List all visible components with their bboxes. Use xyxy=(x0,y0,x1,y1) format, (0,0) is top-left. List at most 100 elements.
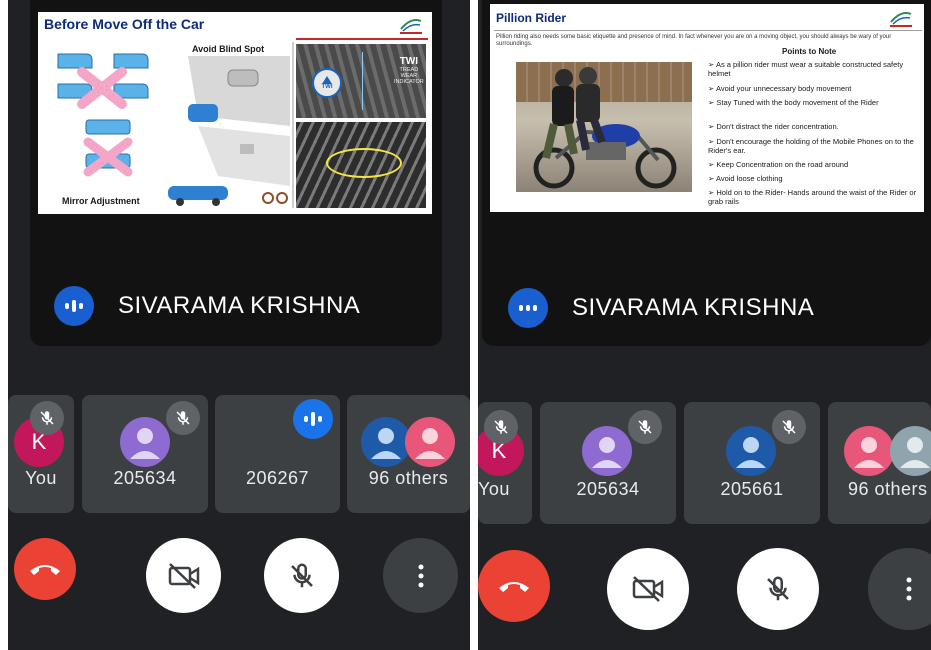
bullet-icon: ➢ xyxy=(708,188,715,197)
participant-name: 96 others xyxy=(368,468,449,488)
mic-off-icon xyxy=(772,410,806,444)
shared-slide: Pillion Rider Pillion riding also needs … xyxy=(490,4,924,212)
camera-off-icon xyxy=(168,562,199,589)
bullet-icon: ➢ xyxy=(708,60,715,69)
pillion-rider-photo xyxy=(516,62,692,192)
camera-toggle-button[interactable] xyxy=(607,548,689,630)
participant-name: You xyxy=(25,468,57,488)
point-text: Keep Concentration on the road around xyxy=(716,160,849,169)
mic-off-icon xyxy=(484,410,518,444)
avatar xyxy=(120,417,170,467)
mic-off-icon xyxy=(628,410,662,444)
participant-tile-you[interactable]: K You xyxy=(478,402,532,524)
avatar xyxy=(890,426,931,476)
list-item: ➢ Don't distract the rider concentration… xyxy=(708,122,920,131)
bullet-icon: ➢ xyxy=(708,137,715,146)
avatar xyxy=(844,426,894,476)
list-item: ➢ Hold on to the Rider- Hands around the… xyxy=(708,188,920,206)
point-text: Hold on to the Rider- Hands around the w… xyxy=(708,188,917,206)
participant-name: 205634 xyxy=(576,479,640,499)
camera-toggle-button[interactable] xyxy=(146,538,221,613)
more-vert-icon xyxy=(418,564,423,587)
point-text: Don't encourage the holding of the Mobil… xyxy=(708,137,914,155)
speaking-dots-icon xyxy=(54,286,94,326)
twi-circle-label: TWI xyxy=(321,84,333,90)
point-text: Avoid loose clothing xyxy=(715,174,783,183)
tire-tread-figure xyxy=(296,122,426,208)
participant-name: You xyxy=(478,479,510,499)
mic-toggle-button[interactable] xyxy=(737,548,819,630)
bullet-icon: ➢ xyxy=(708,174,715,183)
title-underline xyxy=(494,30,922,31)
bullet-icon: ➢ xyxy=(708,84,715,93)
mic-off-icon xyxy=(290,563,313,587)
meeting-screen-right: Pillion Rider Pillion riding also needs … xyxy=(478,0,931,650)
shared-slide: Before Move Off the Car Mirror Adjustmen… xyxy=(38,12,432,214)
meeting-screen-left: Before Move Off the Car Mirror Adjustmen… xyxy=(8,0,470,650)
participant-name: 96 others xyxy=(848,479,928,499)
participant-name: 205661 xyxy=(720,479,784,499)
list-item: ➢ Keep Concentration on the road around xyxy=(708,160,920,169)
participant-tile-others[interactable]: 96 others xyxy=(828,402,931,524)
logo-icon xyxy=(400,19,422,34)
camera-off-icon xyxy=(632,576,664,602)
point-text: Stay Tuned with the body movement of the… xyxy=(716,98,879,107)
blind-spot-figure xyxy=(168,56,290,206)
list-item: ➢ Avoid loose clothing xyxy=(708,174,920,183)
slide-intro: Pillion riding also needs some basic eti… xyxy=(496,34,892,47)
point-text: Don't distract the rider concentration. xyxy=(716,122,839,131)
list-item: ➢ Don't encourage the holding of the Mob… xyxy=(708,137,920,155)
participant-tile-205634[interactable]: 205634 xyxy=(82,395,208,513)
logo-icon xyxy=(890,12,912,27)
bullet-icon: ➢ xyxy=(708,122,715,131)
mic-toggle-button[interactable] xyxy=(264,538,339,613)
presentation-stage[interactable]: Before Move Off the Car Mirror Adjustmen… xyxy=(30,0,442,346)
speaker-name: SIVARAMA KRISHNA xyxy=(118,292,361,319)
active-speaker: SIVARAMA KRISHNA xyxy=(54,286,360,326)
participant-name: 206267 xyxy=(245,468,310,488)
end-call-button[interactable] xyxy=(14,538,76,600)
section-divider xyxy=(292,42,294,208)
mic-off-icon xyxy=(767,576,789,601)
blind-spot-label: Avoid Blind Spot xyxy=(192,44,265,54)
phone-hangup-icon xyxy=(30,565,60,575)
more-vert-icon xyxy=(906,577,912,601)
slide-title: Pillion Rider xyxy=(496,11,567,25)
participant-tile-others[interactable]: 96 others xyxy=(347,395,470,513)
avatar xyxy=(361,417,411,467)
twi-line3: INDICATOR xyxy=(394,79,424,85)
more-options-button[interactable] xyxy=(383,538,458,613)
twi-label: TWI xyxy=(399,56,419,67)
phone-hangup-icon xyxy=(499,582,529,592)
tire-twi-figure: TWI TWI TREAD WEAR INDICATOR xyxy=(296,44,426,118)
mirror-adjustment-label: Mirror Adjustment xyxy=(62,196,140,206)
speaking-icon xyxy=(293,399,333,439)
avatar xyxy=(726,426,776,476)
more-options-button[interactable] xyxy=(868,548,931,630)
active-speaker: SIVARAMA KRISHNA xyxy=(508,288,814,328)
speaker-name: SIVARAMA KRISHNA xyxy=(572,294,815,321)
mic-off-icon xyxy=(166,401,200,435)
points-title: Points to Note xyxy=(782,47,837,56)
participant-tile-205634[interactable]: 205634 xyxy=(540,402,676,524)
end-call-button[interactable] xyxy=(478,550,550,622)
presentation-stage[interactable]: Pillion Rider Pillion riding also needs … xyxy=(482,0,931,346)
point-text: Avoid your unnecessary body movement xyxy=(715,84,852,93)
mic-off-icon xyxy=(30,401,64,435)
participant-tile-206267[interactable]: 206267 xyxy=(215,395,340,513)
participant-tile-205661[interactable]: 205661 xyxy=(684,402,820,524)
title-underline xyxy=(296,38,428,40)
speaking-dots-icon xyxy=(508,288,548,328)
avatar xyxy=(582,426,632,476)
list-item: ➢ As a pillion rider must wear a suitabl… xyxy=(708,60,920,78)
twi-circle: TWI xyxy=(312,68,342,98)
participant-name: 205634 xyxy=(113,468,177,488)
list-item: ➢ Stay Tuned with the body movement of t… xyxy=(708,98,920,107)
point-text: As a pillion rider must wear a suitable … xyxy=(708,60,904,78)
bullet-icon: ➢ xyxy=(708,98,715,107)
list-item: ➢ Avoid your unnecessary body movement xyxy=(708,84,920,93)
avatar xyxy=(405,417,455,467)
slide-title: Before Move Off the Car xyxy=(44,16,205,32)
bullet-icon: ➢ xyxy=(708,160,715,169)
participant-tile-you[interactable]: K You xyxy=(8,395,74,513)
